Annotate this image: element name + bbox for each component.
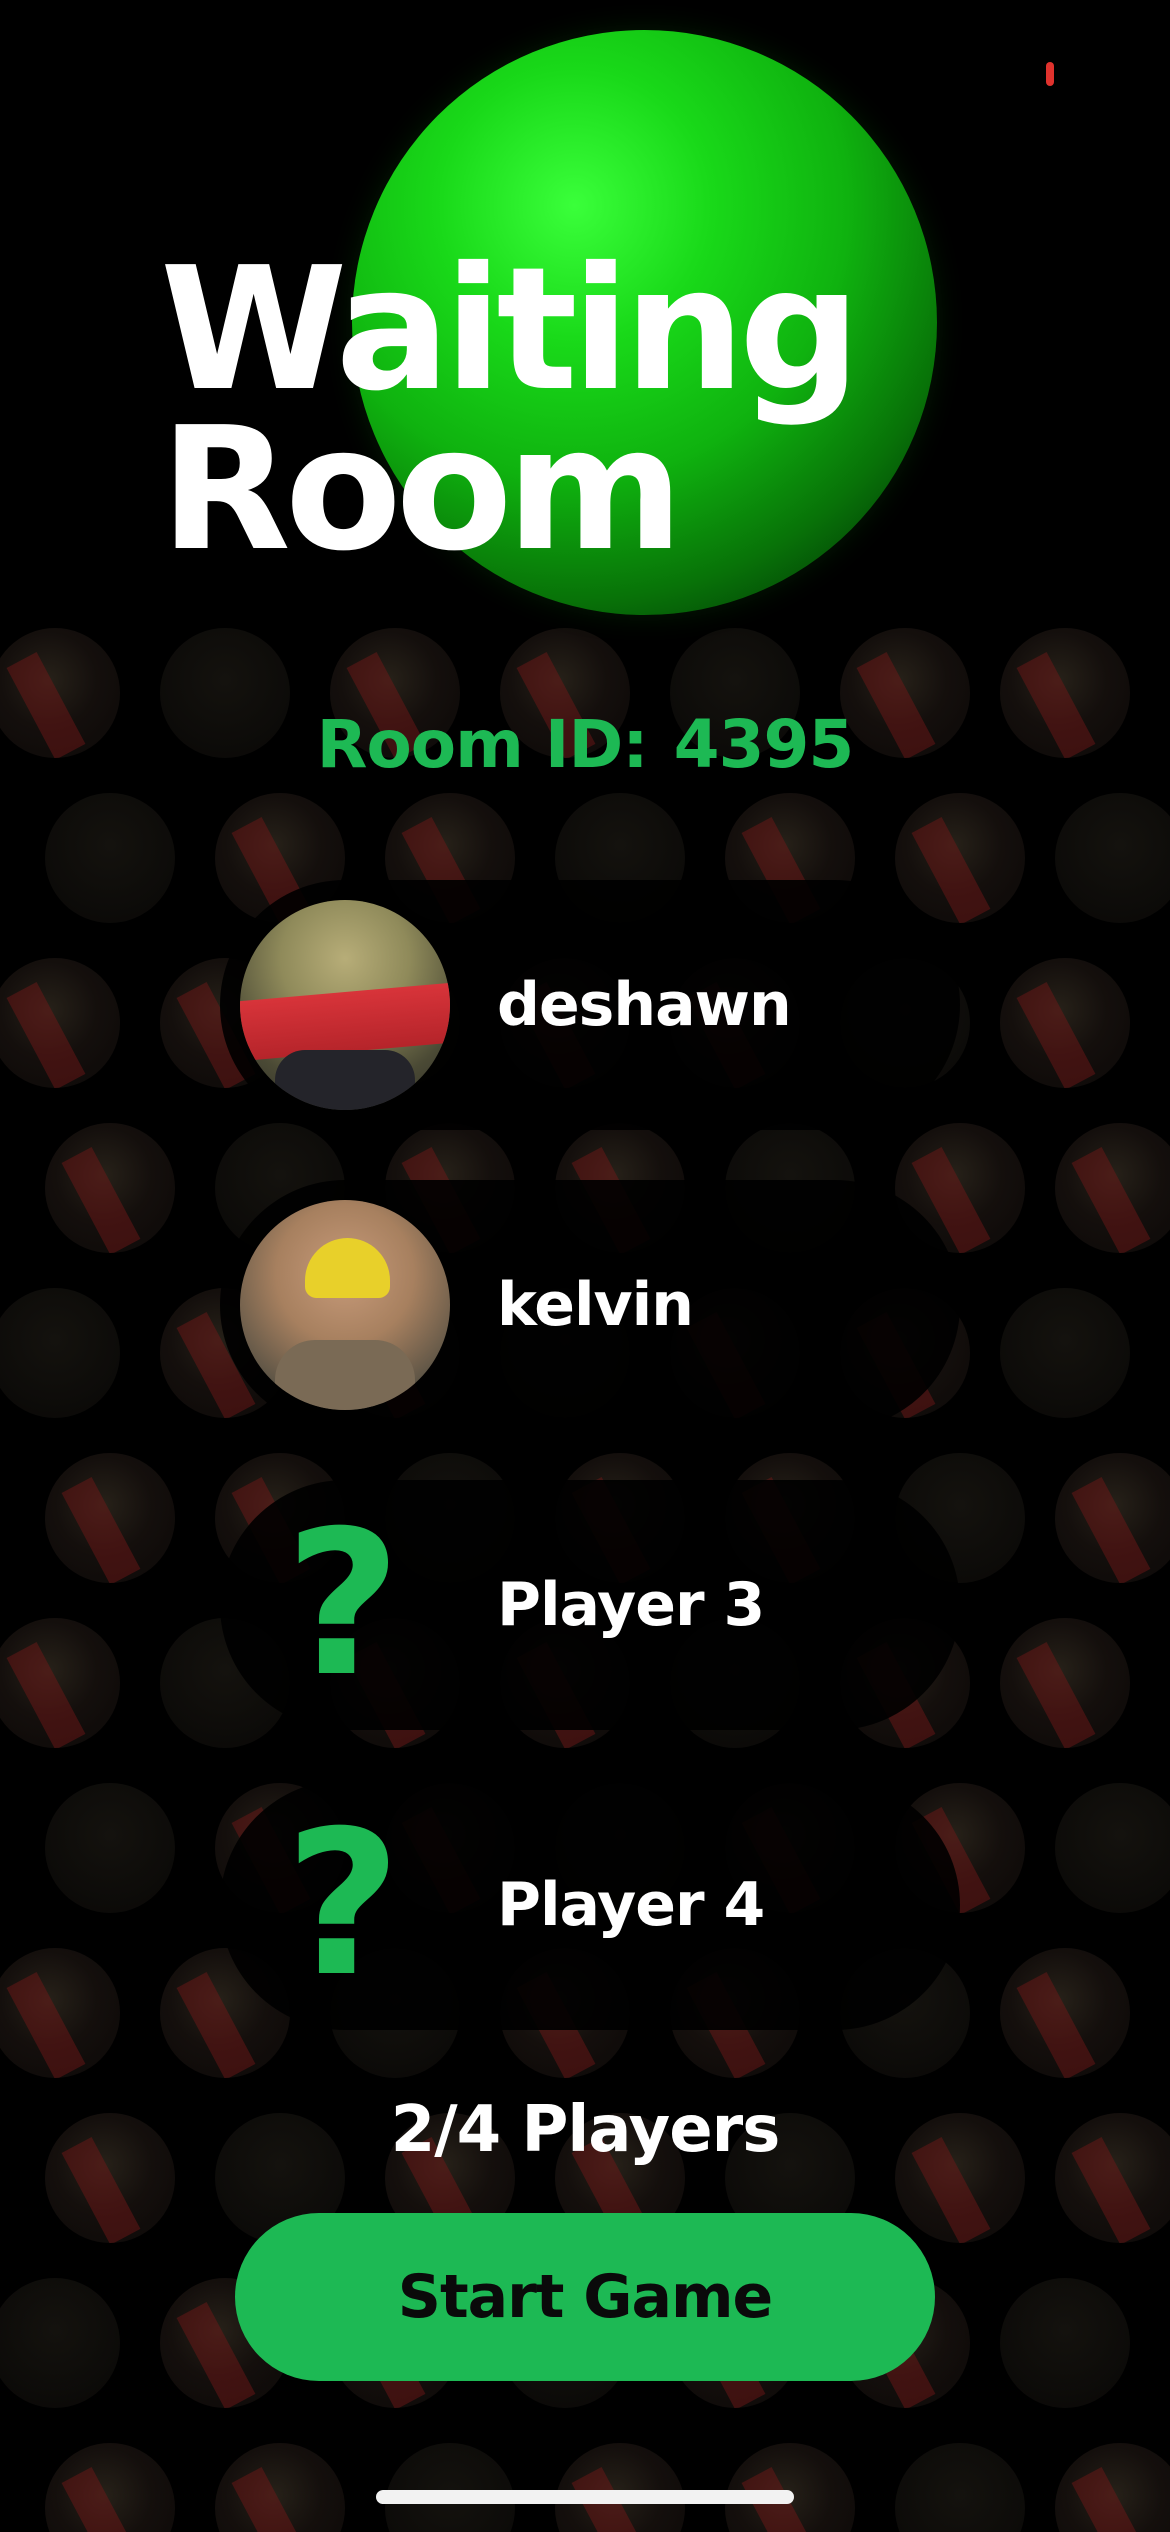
player-name: Player 4 xyxy=(497,1870,765,1940)
background-avatar-tile xyxy=(895,2443,1025,2532)
background-avatar-tile xyxy=(45,1123,175,1253)
question-mark-icon: ? xyxy=(284,1488,401,1721)
status-indicator-dot xyxy=(1046,62,1054,86)
background-avatar-tile xyxy=(0,2278,120,2408)
background-avatar-tile xyxy=(0,958,120,1088)
kid-avatar xyxy=(240,1200,450,1410)
room-id-label: Room ID: xyxy=(316,706,649,783)
background-avatar-tile xyxy=(1055,793,1170,923)
background-avatar-tile xyxy=(0,1288,120,1418)
background-avatar-tile xyxy=(45,1783,175,1913)
background-avatar-tile xyxy=(1055,1783,1170,1913)
background-avatar-tile xyxy=(555,2443,685,2532)
background-avatar-tile xyxy=(1055,1123,1170,1253)
room-id-display: Room ID: 4395 xyxy=(0,705,1170,785)
background-avatar-tile xyxy=(1055,1453,1170,1583)
background-avatar-tile xyxy=(1000,2278,1130,2408)
background-avatar-tile xyxy=(215,2443,345,2532)
background-avatar-tile xyxy=(0,1948,120,2078)
background-avatar-tile xyxy=(385,2443,515,2532)
background-avatar-tile xyxy=(45,2443,175,2532)
player-slot-1: deshawn xyxy=(220,880,960,1130)
background-avatar-tile xyxy=(1055,2443,1170,2532)
player-count: 2/4 Players xyxy=(390,2093,781,2167)
background-avatar-tile xyxy=(1000,1618,1130,1748)
player-name: deshawn xyxy=(497,970,792,1040)
background-avatar-tile xyxy=(45,1453,175,1583)
start-game-button[interactable]: Start Game xyxy=(235,2213,935,2381)
player-slot-2: kelvin xyxy=(220,1180,960,1430)
player-name: Player 3 xyxy=(497,1570,765,1640)
background-avatar-tile xyxy=(1000,1948,1130,2078)
player-name: kelvin xyxy=(497,1270,694,1340)
page-title: Waiting Room xyxy=(160,231,861,589)
background-avatar-tile xyxy=(1000,958,1130,1088)
question-mark-icon: ? xyxy=(284,1788,401,2021)
background-avatar-tile xyxy=(895,793,1025,923)
player-slot-4: ? Player 4 xyxy=(220,1780,960,2030)
page-title-line2: Room xyxy=(160,391,684,589)
background-avatar-tile xyxy=(1000,1288,1130,1418)
player-slot-3: ? Player 3 xyxy=(220,1480,960,1730)
room-id-value: 4395 xyxy=(673,706,855,783)
background-avatar-tile xyxy=(45,793,175,923)
background-avatar-tile xyxy=(0,1618,120,1748)
home-indicator[interactable] xyxy=(376,2490,794,2504)
frog-avatar xyxy=(240,900,450,1110)
background-avatar-tile xyxy=(725,2443,855,2532)
page-title-line1: Waiting xyxy=(160,231,861,429)
